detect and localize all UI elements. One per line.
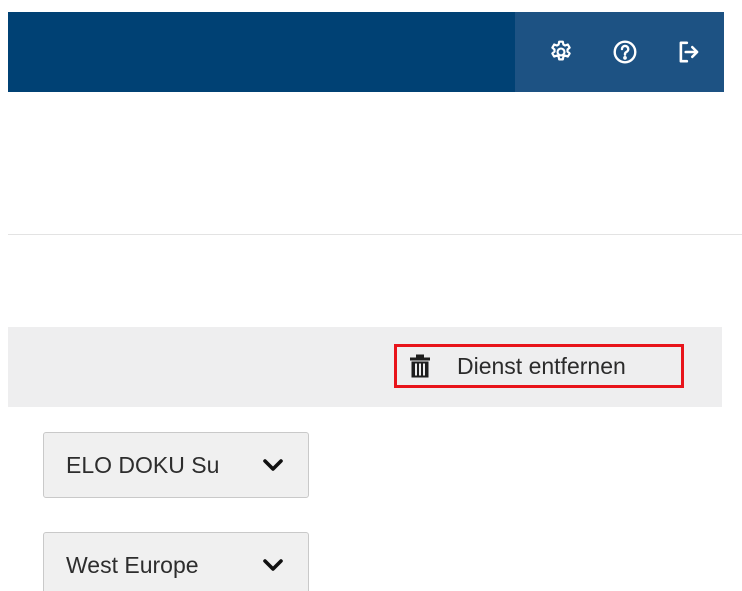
remove-service-label: Dienst entfernen	[457, 352, 626, 379]
service-toolbar: Dienst entfernen	[8, 327, 722, 407]
top-navigation-bar	[8, 12, 724, 92]
remove-service-button[interactable]: Dienst entfernen	[394, 344, 684, 388]
page: Dienst entfernen ELO DOKU Su West Europe	[0, 0, 742, 591]
gear-icon	[551, 40, 571, 61]
chevron-down-icon	[263, 559, 283, 571]
trash-icon	[410, 354, 430, 378]
section-divider	[8, 234, 742, 235]
service-select-value: ELO DOKU Su	[66, 451, 220, 478]
logout-button[interactable]	[657, 12, 721, 92]
region-select[interactable]: West Europe	[43, 532, 309, 591]
service-select[interactable]: ELO DOKU Su	[43, 432, 309, 498]
help-button[interactable]	[593, 12, 657, 92]
chevron-down-icon	[263, 459, 283, 471]
header-actions	[515, 12, 724, 92]
logout-icon	[679, 41, 699, 63]
help-icon	[613, 40, 637, 64]
region-select-value: West Europe	[66, 551, 199, 578]
settings-button[interactable]	[529, 12, 593, 92]
